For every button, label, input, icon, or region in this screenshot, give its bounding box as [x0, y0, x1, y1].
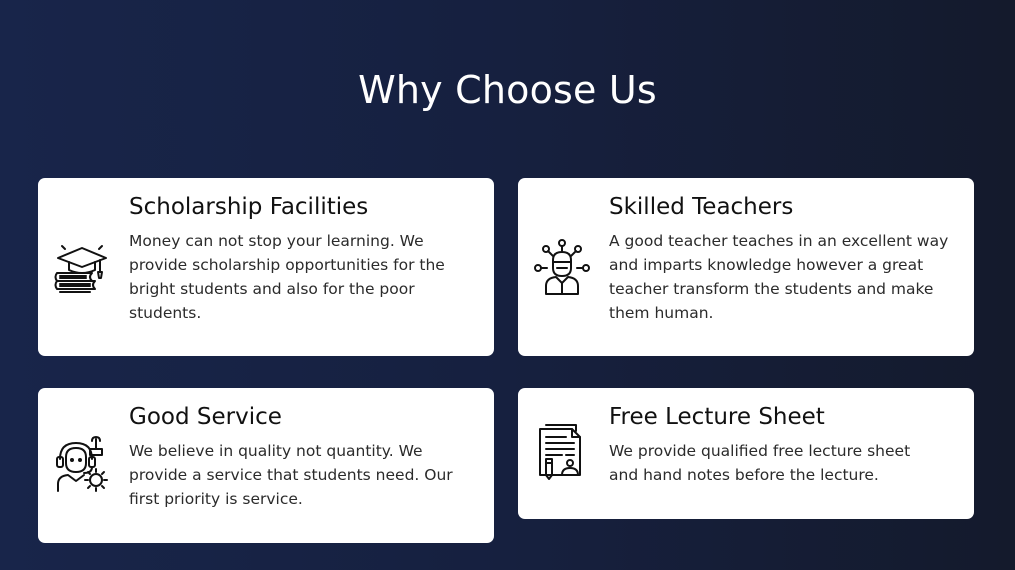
feature-card-teachers: Skilled Teachers A good teacher teaches … — [518, 178, 974, 356]
lecture-sheet-icon — [532, 421, 592, 481]
graduation-books-icon — [52, 240, 112, 300]
feature-card-lecture-sheet: Free Lecture Sheet We provide qualified … — [518, 388, 974, 519]
card-title: Free Lecture Sheet — [609, 404, 825, 430]
support-agent-gear-icon — [52, 435, 112, 495]
feature-card-service: Good Service We believe in quality not q… — [38, 388, 494, 543]
teacher-network-icon — [532, 238, 592, 298]
card-title: Good Service — [129, 404, 282, 430]
card-description: We provide qualified free lecture sheet … — [609, 442, 911, 484]
card-title: Scholarship Facilities — [129, 194, 369, 220]
card-description: Money can not stop your learning. We pro… — [129, 232, 445, 322]
feature-card-scholarship: Scholarship Facilities Money can not sto… — [38, 178, 494, 356]
card-description: We believe in quality not quantity. We p… — [129, 442, 453, 508]
card-description: A good teacher teaches in an excellent w… — [609, 232, 949, 322]
section-title: Why Choose Us — [358, 68, 657, 112]
card-title: Skilled Teachers — [609, 194, 794, 220]
